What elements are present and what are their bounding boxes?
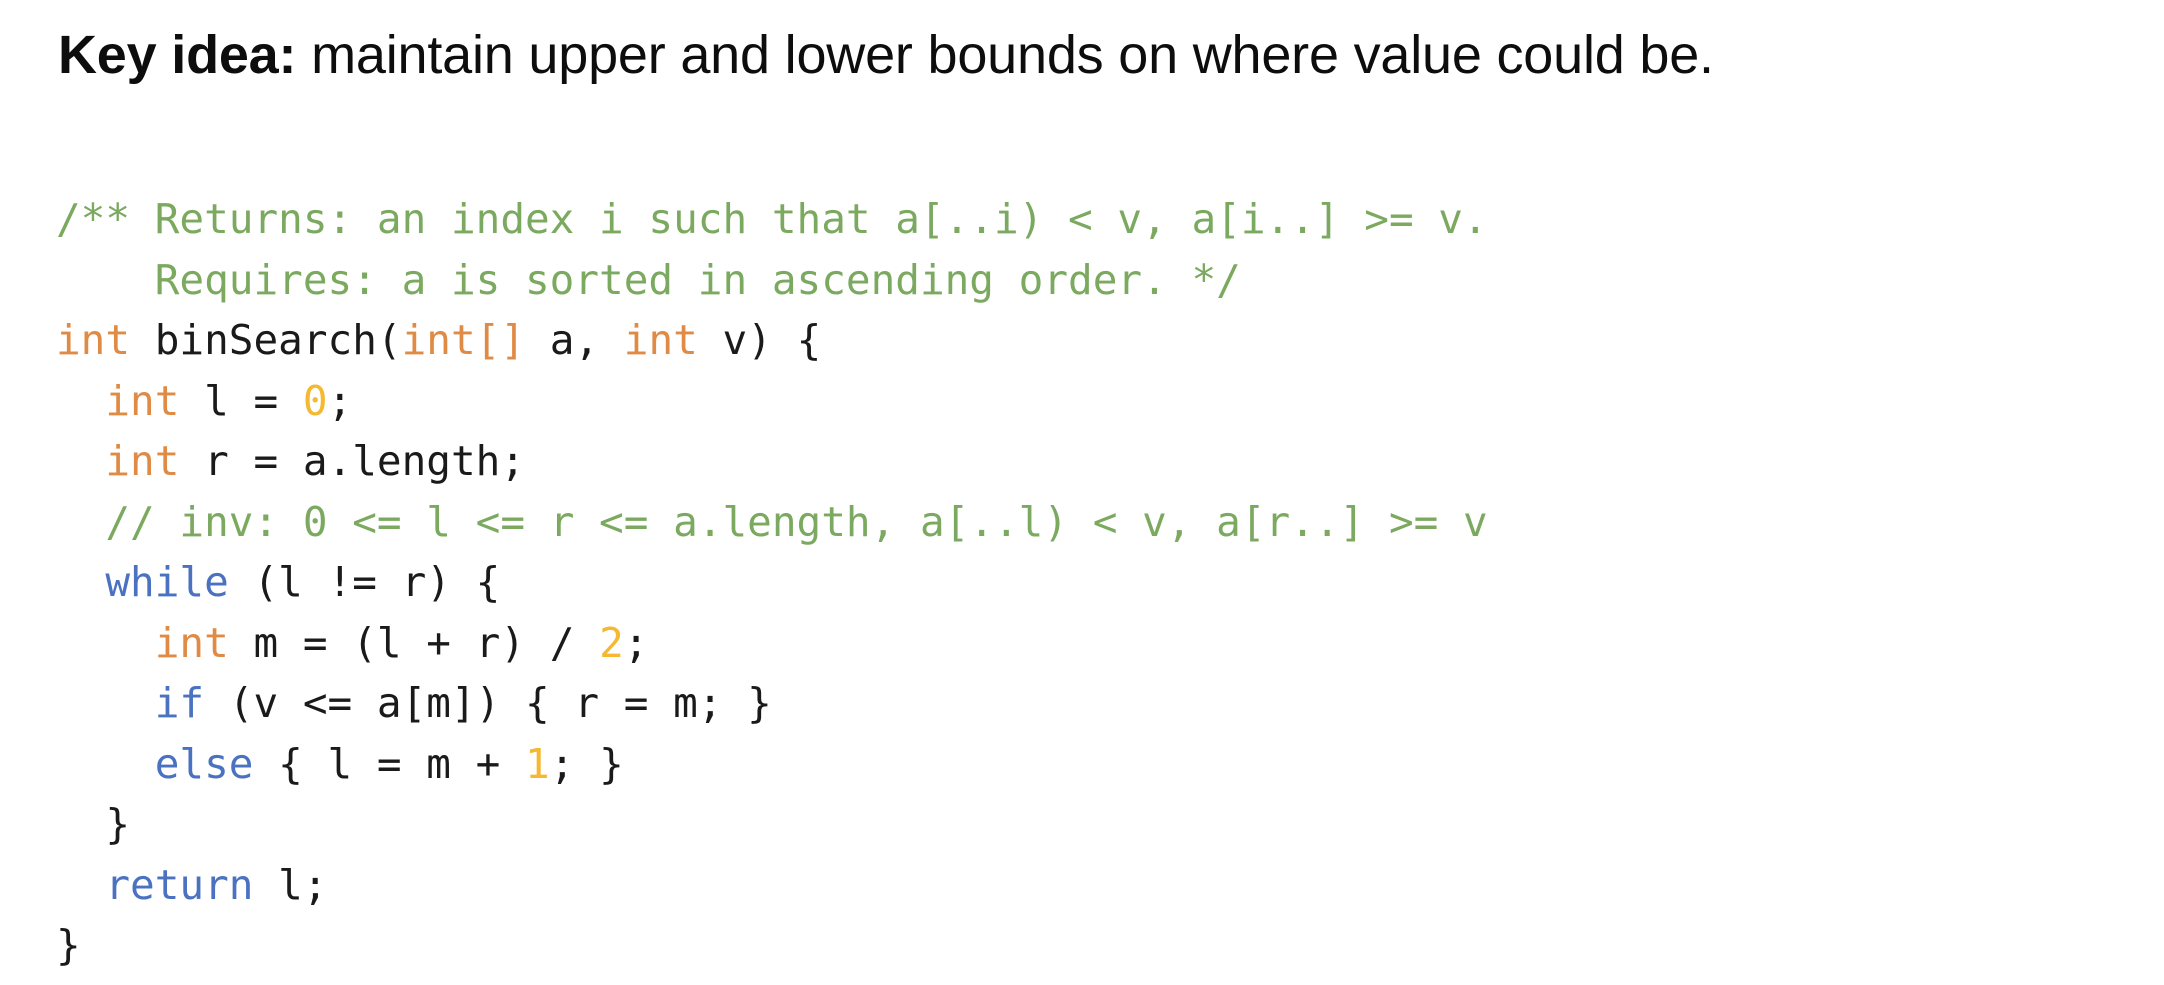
code-line: Requires: a is sorted in ascending order…: [56, 250, 1488, 311]
page-title-rest: maintain upper and lower bounds on where…: [296, 25, 1714, 85]
code-line: return l;: [56, 855, 1488, 916]
code-token-plain: }: [56, 800, 131, 848]
code-token-plain: (v <= a[m]) { r = m; }: [204, 679, 772, 727]
code-token-plain: l =: [179, 376, 303, 425]
code-line: int l = 0;: [56, 371, 1488, 432]
code-line: int r = a.length;: [56, 431, 1488, 492]
code-line: if (v <= a[m]) { r = m; }: [56, 673, 1488, 734]
code-token-keyword: else: [154, 739, 254, 788]
code-token-type: int: [56, 316, 131, 364]
code-line: }: [56, 794, 1488, 855]
code-token-plain: ;: [623, 618, 649, 667]
code-token-number: 0: [302, 376, 328, 425]
code-token-plain: m = (l + r) /: [228, 618, 600, 667]
code-token-type: int: [154, 618, 229, 667]
code-token-type: int[]: [401, 316, 526, 364]
code-token-plain: ;: [327, 376, 353, 425]
page-title-lead: Key idea:: [58, 25, 297, 85]
code-token-type: int: [105, 376, 180, 425]
code-token-plain: l;: [253, 860, 328, 909]
code-line: int m = (l + r) / 2;: [56, 613, 1488, 674]
code-line: }: [56, 915, 1488, 976]
code-token-plain: v) {: [697, 316, 822, 364]
code-token-plain: a,: [525, 316, 624, 364]
code-token-plain: r = a.length;: [179, 437, 526, 485]
code-line: int binSearch(int[] a, int v) {: [56, 310, 1488, 371]
page-title: Key idea: maintain upper and lower bound…: [58, 22, 1714, 88]
code-line: // inv: 0 <= l <= r <= a.length, a[..l) …: [56, 492, 1488, 553]
slide-canvas: Key idea: maintain upper and lower bound…: [0, 0, 2164, 985]
code-block: /** Returns: an index i such that a[..i)…: [56, 189, 1488, 976]
code-token-number: 2: [599, 618, 624, 667]
code-token-type: int: [623, 316, 698, 364]
code-token-keyword: if: [154, 679, 205, 727]
code-line: while (l != r) {: [56, 552, 1488, 613]
code-token-keyword: return: [105, 860, 254, 909]
code-token-plain: ; }: [549, 739, 624, 788]
code-token-comment: // inv: 0 <= l <= r <= a.length, a[..l) …: [105, 497, 1488, 546]
code-token-plain: }: [56, 921, 81, 969]
code-token-comment: Requires: a is sorted in ascending order…: [56, 255, 1241, 304]
code-token-number: 1: [525, 739, 550, 788]
code-token-keyword: while: [105, 558, 229, 606]
code-token-type: int: [105, 437, 180, 485]
code-line: /** Returns: an index i such that a[..i)…: [56, 189, 1488, 250]
code-token-plain: { l = m +: [253, 739, 526, 788]
code-token-comment: /** Returns: an index i such that a[..i)…: [56, 195, 1488, 243]
code-line: else { l = m + 1; }: [56, 734, 1488, 795]
code-token-plain: binSearch(: [130, 316, 402, 364]
code-token-plain: (l != r) {: [228, 558, 501, 606]
